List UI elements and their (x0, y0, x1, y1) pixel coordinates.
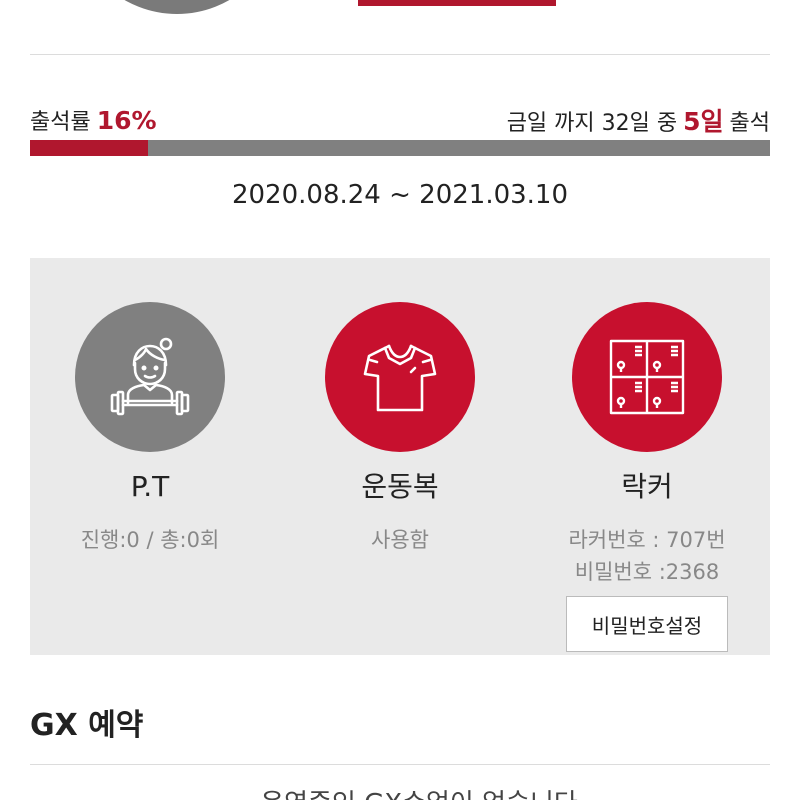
locker-password: 비밀번호 :2368 (574, 560, 720, 584)
attendance-row: 출석률 16% 금일 까지 32일 중 5일 출석 (30, 100, 770, 140)
attendance-summary-suffix: 출석 (729, 111, 770, 136)
service-locker[interactable]: 락커 라커번호 : 707번 비밀번호 :2368 비밀번호설정 (527, 258, 767, 652)
trainer-icon (110, 337, 190, 416)
service-sportswear[interactable]: 운동복 사용함 (280, 258, 520, 556)
top-divider (30, 54, 770, 55)
service-sportswear-title: 운동복 (361, 470, 439, 503)
service-locker-info: 라커번호 : 707번 비밀번호 :2368 (568, 524, 725, 588)
locker-number: 라커번호 : 707번 (568, 528, 726, 552)
attendance-summary-prefix: 금일 까지 32일 중 (506, 111, 678, 136)
attendance-progress-bar (30, 140, 770, 156)
service-pt-title: P.T (130, 470, 170, 503)
locker-icon-circle[interactable] (572, 302, 722, 452)
set-password-button[interactable]: 비밀번호설정 (566, 596, 728, 652)
pt-icon-circle[interactable] (75, 302, 225, 452)
services-panel: P.T 진행:0 / 총:0회 운동복 사용함 락커 라커번호: 707번 비… (30, 258, 770, 655)
service-locker-title: 락커 (621, 470, 673, 503)
gx-divider (30, 764, 770, 765)
service-pt[interactable]: P.T 진행:0 / 총:0회 (30, 258, 270, 556)
service-sportswear-detail: 사용함 (371, 528, 429, 552)
top-status-ring (72, 0, 282, 14)
attendance-label: 출석률 (30, 110, 91, 135)
attended-days: 5일 (683, 107, 724, 136)
service-pt-detail: 진행:0 / 총:0회 (80, 528, 220, 552)
top-action-button[interactable] (358, 0, 556, 6)
gx-section-title: GX 예약 (30, 708, 144, 743)
gx-empty-message: 운영중인 GX수업이 없습니다 (0, 783, 800, 800)
attendance-progress-fill (30, 140, 149, 156)
locker-icon (609, 339, 685, 415)
membership-period: 2020.08.24 ~ 2021.03.10 (231, 180, 569, 210)
attendance-rate: 출석률 16% (30, 104, 157, 136)
attendance-summary: 금일 까지 32일 중 5일 출석 (507, 102, 770, 138)
sportswear-icon-circle[interactable] (325, 302, 475, 452)
attendance-rate-value: 16% (96, 106, 157, 135)
tshirt-icon (363, 344, 437, 412)
